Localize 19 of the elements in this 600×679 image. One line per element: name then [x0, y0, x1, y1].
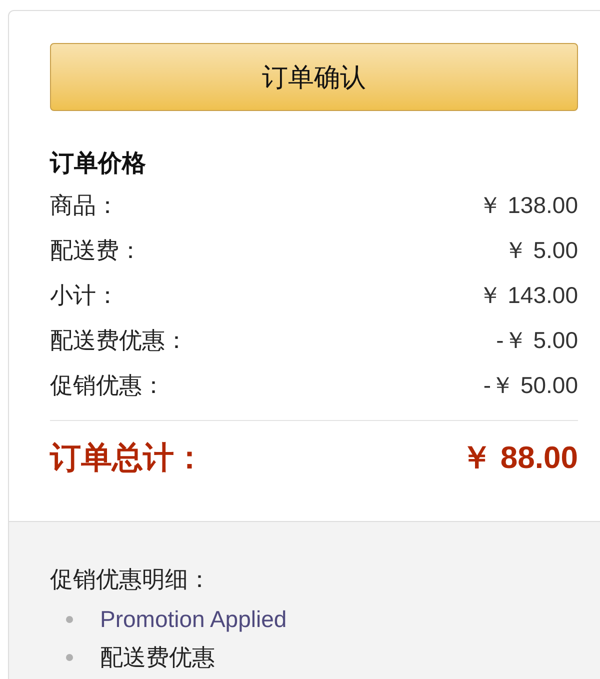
price-value: -￥ 50.00	[483, 371, 578, 400]
price-value: ￥ 143.00	[478, 281, 578, 310]
price-value: ￥ 5.00	[504, 236, 578, 266]
section-title: 订单价格	[50, 149, 146, 179]
price-label: 配送费：	[50, 236, 142, 266]
price-label: 小计：	[50, 281, 119, 310]
price-value: -￥ 5.00	[496, 326, 578, 356]
promotion-link[interactable]: Promotion Applied	[100, 602, 287, 636]
bullet-icon	[66, 654, 73, 660]
promotion-details-title: 促销优惠明细：	[50, 565, 211, 594]
total-label: 订单总计：	[50, 438, 205, 477]
price-label: 促销优惠：	[50, 371, 165, 400]
total-value: ￥ 88.00	[460, 438, 578, 477]
price-value: ￥ 138.00	[478, 191, 578, 220]
price-label: 商品：	[50, 191, 119, 220]
price-label: 配送费优惠：	[50, 326, 188, 356]
promotion-item: 配送费优惠	[100, 642, 215, 672]
bullet-icon	[66, 616, 73, 622]
confirm-order-button[interactable]: 订单确认	[50, 43, 578, 111]
